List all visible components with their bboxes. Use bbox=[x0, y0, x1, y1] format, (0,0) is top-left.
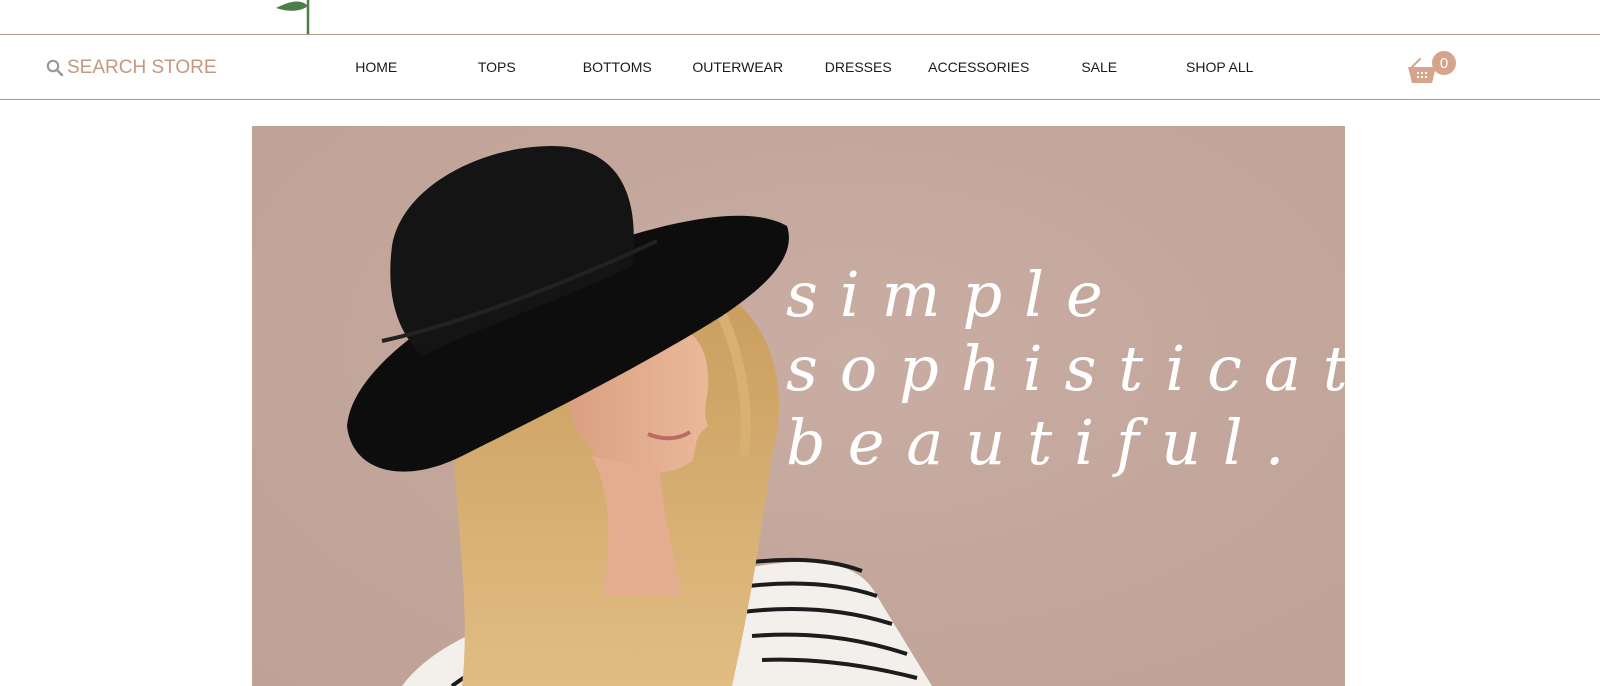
cart-count-badge: 0 bbox=[1432, 51, 1456, 75]
nav-sale[interactable]: SALE bbox=[1039, 59, 1160, 75]
tagline-line-1: simple bbox=[786, 258, 1125, 331]
hero-banner: simple sophisticated beautiful. bbox=[252, 126, 1345, 686]
search-placeholder[interactable]: SEARCH STORE bbox=[67, 57, 217, 79]
nav-outerwear[interactable]: OUTERWEAR bbox=[678, 59, 799, 75]
tagline-line-2: sophisticated bbox=[786, 332, 1345, 405]
search-store[interactable]: SEARCH STORE bbox=[46, 55, 217, 81]
nav-bottoms[interactable]: BOTTOMS bbox=[557, 59, 678, 75]
nav-accessories[interactable]: ACCESSORIES bbox=[919, 59, 1040, 75]
tagline-line-3: beautiful. bbox=[786, 406, 1307, 479]
logo-area[interactable] bbox=[0, 0, 1600, 34]
nav-tops[interactable]: TOPS bbox=[437, 59, 558, 75]
cart-button[interactable]: 0 bbox=[1406, 49, 1460, 89]
main-menu: HOME TOPS BOTTOMS OUTERWEAR DRESSES ACCE… bbox=[316, 35, 1280, 99]
search-icon[interactable] bbox=[46, 59, 64, 77]
nav-home[interactable]: HOME bbox=[316, 59, 437, 75]
nav-dresses[interactable]: DRESSES bbox=[798, 59, 919, 75]
hero-tagline: simple sophisticated beautiful. bbox=[786, 258, 1345, 480]
nav-shop-all[interactable]: SHOP ALL bbox=[1160, 59, 1281, 75]
page: SEARCH STORE HOME TOPS BOTTOMS OUTERWEAR… bbox=[0, 0, 1600, 686]
leaf-sprig-logo-icon[interactable] bbox=[268, 0, 328, 34]
nav-bar: SEARCH STORE HOME TOPS BOTTOMS OUTERWEAR… bbox=[0, 34, 1600, 100]
